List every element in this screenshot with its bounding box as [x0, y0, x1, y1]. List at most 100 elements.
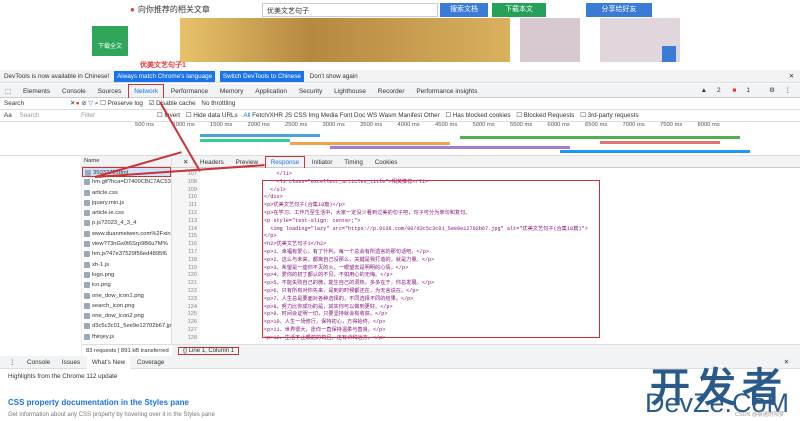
warning-badge[interactable]: ▲ 2 ■ 1 [691, 84, 760, 98]
request-row[interactable]: www.duanmeiwen.com%2Fxin [82, 229, 171, 239]
timeline-tick: 3500 ms [360, 122, 383, 128]
drawer-tab-console[interactable]: Console [22, 356, 55, 369]
drawer-tab-coverage[interactable]: Coverage [132, 356, 169, 369]
download-fulltext-icon[interactable]: 下载全文 [92, 26, 128, 56]
filter-doc[interactable]: Doc [354, 112, 367, 119]
search-panel-label: Search [4, 100, 24, 107]
request-row[interactable]: xh-1.js [82, 260, 171, 270]
drawer-tab-whats-new[interactable]: What's New [86, 356, 131, 369]
timeline-tick: 4000 ms [397, 122, 420, 128]
line-number: 121 [187, 280, 197, 287]
search-input[interactable]: 优美文艺句子 [262, 3, 438, 17]
request-row[interactable]: jquery.min.js [82, 198, 171, 208]
request-row[interactable]: hm.js?47e37529f56ed4895f6 [82, 249, 171, 259]
filter-wasm[interactable]: Wasm [379, 112, 398, 119]
tab-lighthouse[interactable]: Lighthouse [329, 85, 371, 99]
filter-media[interactable]: Media [321, 112, 340, 119]
line-number: 115 [188, 233, 197, 240]
search-input-small[interactable]: Search [19, 112, 39, 119]
filter-input[interactable]: Filter [81, 112, 95, 119]
tab-security[interactable]: Security [294, 85, 327, 99]
request-row[interactable]: d3c5c3c01_5ee9e12702b67.jp [82, 321, 171, 331]
devtools-language-notice: DevTools is now available in Chinese! Al… [0, 70, 800, 83]
doc-icon[interactable] [662, 46, 676, 62]
share-button[interactable]: 分享给好友 [586, 3, 652, 17]
switch-chinese-button[interactable]: Switch DevTools to Chinese [219, 71, 304, 82]
fire-icon: ● [130, 5, 135, 14]
tab-performance[interactable]: Performance [166, 85, 213, 99]
file-icon [84, 241, 90, 248]
whats-new-heading: Highlights from the Chrome 112 update [8, 373, 118, 380]
request-row[interactable]: article.ie.css [82, 208, 171, 218]
dont-show-button[interactable]: Don't show again [310, 73, 358, 80]
filter-manifest[interactable]: Manifest [398, 112, 424, 119]
filter-img[interactable]: Img [309, 112, 321, 119]
request-row[interactable]: p.js?2023_4_3_4 [82, 218, 171, 228]
filter-font[interactable]: Font [340, 112, 354, 119]
timeline-tick: 500 ms [135, 122, 155, 128]
record-icon[interactable]: ● [76, 100, 80, 107]
line-number: 119 [188, 264, 197, 271]
match-case-button[interactable]: Aa [4, 112, 12, 119]
blocked-requests-checkbox[interactable]: ☐ Blocked Requests [516, 112, 574, 119]
filter-css[interactable]: CSS [294, 112, 309, 119]
request-row[interactable]: hm.gif?hca=D7400CBC7AC53 [82, 177, 171, 187]
search-icon[interactable]: ⌕ [95, 100, 99, 107]
close-icon[interactable]: ✕ [789, 70, 794, 83]
line-number: 124 [187, 303, 197, 310]
timeline-tick: 6000 ms [547, 122, 570, 128]
more-icon[interactable]: ⋮ [780, 84, 797, 98]
request-row[interactable]: one_dow_icon2.png [82, 311, 171, 321]
disable-cache-checkbox[interactable]: ☑ Disable cache [149, 100, 196, 107]
search-button[interactable]: 搜索文档 [440, 3, 488, 17]
tab-recorder[interactable]: Recorder [373, 85, 410, 99]
request-row[interactable]: article.css [82, 188, 171, 198]
css-doc-link[interactable]: CSS property documentation in the Styles… [8, 398, 189, 407]
thumbnail-image[interactable] [520, 18, 580, 62]
filter-fetchxhr[interactable]: Fetch/XHR [252, 112, 285, 119]
file-icon [84, 292, 90, 299]
blocked-cookies-checkbox[interactable]: ☐ Has blocked cookies [445, 112, 510, 119]
line-number: 114 [188, 225, 197, 232]
filter-js[interactable]: JS [285, 112, 294, 119]
warning-icon: ▲ [700, 87, 707, 94]
match-language-button[interactable]: Always match Chrome's language [114, 71, 216, 82]
timeline-tick: 7500 ms [660, 122, 683, 128]
request-row[interactable]: search_icon.png [82, 301, 171, 311]
tab-sources[interactable]: Sources [93, 85, 127, 99]
third-party-checkbox[interactable]: ☐ 3rd-party requests [580, 112, 639, 119]
gear-icon[interactable]: ⚙ [764, 84, 780, 98]
file-icon [84, 210, 90, 217]
inspect-icon[interactable]: ⬚ [0, 85, 16, 99]
error-icon: ■ [732, 87, 737, 94]
tab-memory[interactable]: Memory [215, 85, 248, 99]
file-icon [85, 170, 91, 176]
request-row[interactable]: fhinjey.js [82, 332, 171, 342]
filter-ws[interactable]: WS [367, 112, 379, 119]
preserve-log-checkbox[interactable]: ☐ Preserve log [100, 100, 143, 107]
request-row[interactable]: view?73nGs0t6Srp9B6u7M% [82, 239, 171, 249]
tab-console[interactable]: Console [57, 85, 91, 99]
hide-data-checkbox[interactable]: ☐ Hide data URLs [186, 112, 238, 119]
file-icon [84, 199, 90, 206]
close-icon[interactable]: ✕ [70, 98, 75, 110]
filter-icon[interactable]: ▽ [88, 100, 93, 107]
drawer-menu-icon[interactable]: ⋮ [4, 356, 20, 369]
response-highlight-box [262, 180, 600, 338]
request-row[interactable]: ico.png [82, 280, 171, 290]
file-icon [84, 230, 90, 237]
network-overview-timeline[interactable] [0, 132, 800, 156]
line-number: 113 [188, 217, 197, 224]
request-row[interactable]: logo.png [82, 270, 171, 280]
download-button[interactable]: 下载本文 [492, 3, 546, 17]
line-number-gutter: 107 108 109 110 111 112 113 114 115 116 117 118 119 1… [172, 168, 200, 344]
tab-performance-insights[interactable]: Performance insights [411, 85, 482, 99]
drawer-tab-issues[interactable]: Issues [57, 356, 85, 369]
throttle-select[interactable]: No throttling [201, 100, 235, 107]
request-row[interactable]: one_dow_icon1.png [82, 291, 171, 301]
filter-all[interactable]: All [243, 112, 252, 119]
tab-elements[interactable]: Elements [18, 85, 55, 99]
filter-other[interactable]: Other [424, 112, 442, 119]
promo-link[interactable]: ● 向你推荐的相关文章 [130, 4, 210, 15]
tab-application[interactable]: Application [250, 85, 292, 99]
